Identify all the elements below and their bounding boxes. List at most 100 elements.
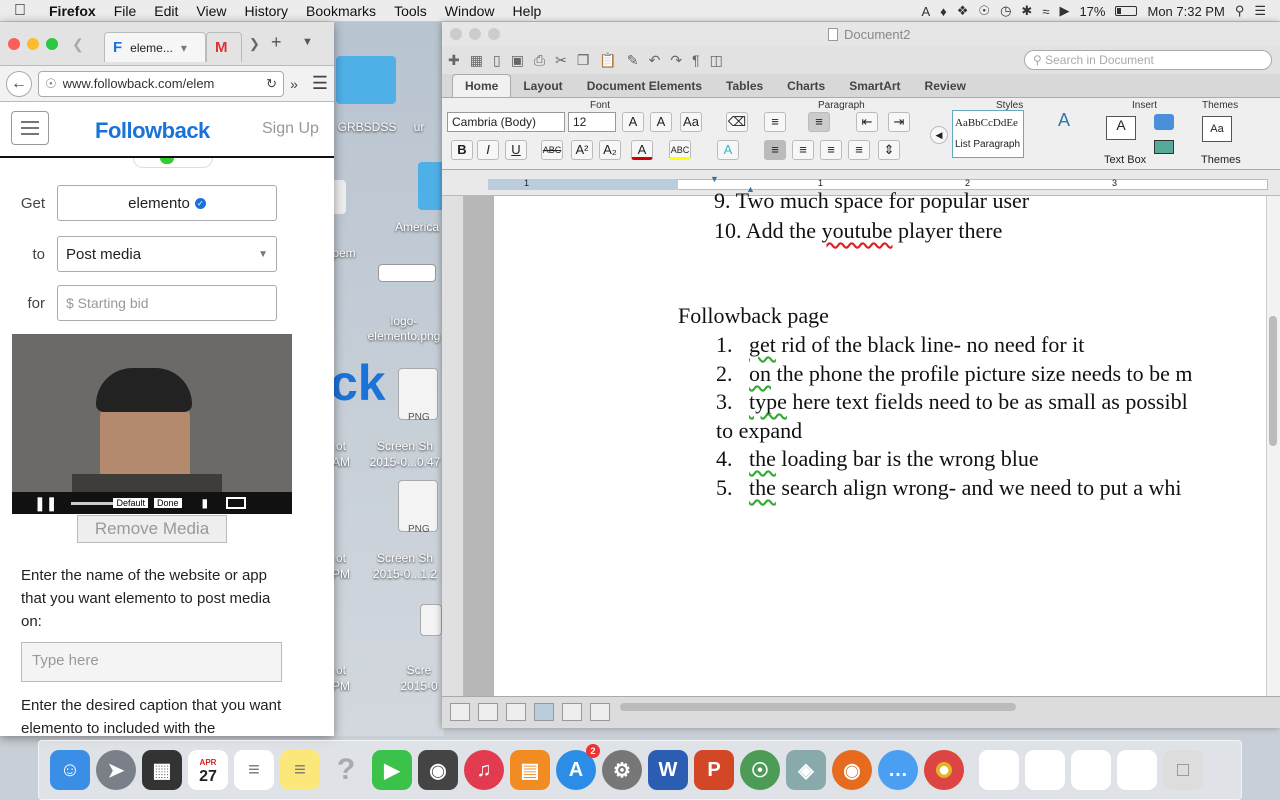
wifi-icon[interactable]: ≈ [1042, 4, 1049, 19]
firefox-icon[interactable]: ◉ [832, 750, 872, 790]
ibooks-icon[interactable]: ▤ [510, 750, 550, 790]
calendar-icon[interactable]: APR 27 [188, 750, 228, 790]
globe-icon[interactable]: ☉ [45, 76, 57, 92]
menu-bookmarks[interactable]: Bookmarks [297, 3, 385, 19]
undo-icon[interactable]: ↶ [649, 52, 661, 69]
picture-icon[interactable] [1154, 140, 1174, 154]
menu-window[interactable]: Window [436, 3, 504, 19]
document-stack-icon[interactable] [979, 750, 1019, 790]
notebook-view-icon[interactable] [562, 703, 582, 721]
numbering-icon[interactable]: ≡ [808, 112, 830, 132]
reminders-icon[interactable]: ≡ [234, 750, 274, 790]
menu-help[interactable]: Help [504, 3, 551, 19]
pilcrow-icon[interactable]: ¶ [692, 52, 700, 68]
align-center-icon[interactable]: ≡ [792, 140, 814, 160]
tab-smartart[interactable]: SmartArt [837, 75, 912, 97]
bluetooth-icon[interactable]: ✱ [1021, 3, 1032, 19]
underline-icon[interactable]: U [505, 140, 527, 160]
overflow-chevron-icon[interactable]: » [290, 76, 298, 92]
tab-layout[interactable]: Layout [511, 75, 574, 97]
decrease-indent-icon[interactable]: ⇤ [856, 112, 878, 132]
redo-icon[interactable]: ↷ [670, 52, 682, 69]
highlight-icon[interactable]: ABC [669, 140, 691, 160]
vertical-scrollbar[interactable] [1266, 196, 1280, 696]
folder-icon[interactable] [336, 56, 396, 104]
close-window-button[interactable] [8, 37, 20, 50]
tab-charts[interactable]: Charts [775, 75, 837, 97]
open-icon[interactable]: ▯ [493, 52, 501, 69]
hamburger-menu-icon[interactable]: ☰ [312, 73, 328, 94]
trash-icon[interactable]: □ [1163, 750, 1203, 790]
battery-icon[interactable] [1115, 6, 1138, 16]
tab-home[interactable]: Home [452, 74, 512, 97]
tab-followback[interactable]: F eleme... ▾ [104, 32, 206, 62]
minimize-window-button[interactable] [469, 28, 481, 40]
align-left-icon[interactable]: ≡ [764, 140, 786, 160]
dashboard-icon[interactable]: ▦ [142, 750, 182, 790]
text-effects-icon[interactable]: A [717, 140, 739, 160]
align-right-icon[interactable]: ≡ [820, 140, 842, 160]
caption-done[interactable]: Done [154, 498, 182, 508]
focus-view-icon[interactable] [590, 703, 610, 721]
get-field[interactable]: elemento ✓ [57, 185, 277, 221]
format-painter-icon[interactable]: ✎ [627, 52, 639, 69]
publishing-view-icon[interactable] [506, 703, 526, 721]
sidebar-icon[interactable]: ◫ [710, 52, 723, 69]
adobe-icon[interactable]: A [921, 4, 930, 19]
line-spacing-icon[interactable]: ⇕ [878, 140, 900, 160]
menu-view[interactable]: View [187, 3, 235, 19]
finder-icon[interactable]: ☺ [50, 750, 90, 790]
photo-booth-icon[interactable]: ◉ [418, 750, 458, 790]
tab-list-icon[interactable]: ▼ [302, 36, 313, 48]
scroll-thumb[interactable] [1269, 316, 1277, 446]
followback-logo[interactable]: Followback [95, 118, 210, 144]
draft-view-icon[interactable] [450, 703, 470, 721]
document-stack-icon[interactable] [1117, 750, 1157, 790]
document-page[interactable]: 9. Two much space for popular user 10. A… [494, 188, 1266, 696]
grow-font-icon[interactable]: A [622, 112, 644, 132]
print-icon[interactable]: ⎙ [534, 52, 545, 69]
system-preferences-icon[interactable]: ⚙ [602, 750, 642, 790]
remove-media-button[interactable]: Remove Media [77, 515, 227, 543]
word-icon[interactable]: W [648, 750, 688, 790]
globe-app-icon[interactable]: ☉ [740, 750, 780, 790]
starting-bid-input[interactable]: $ Starting bid [57, 285, 277, 321]
italic-icon[interactable]: I [477, 140, 499, 160]
print-layout-view-icon[interactable] [534, 703, 554, 721]
chrome-icon[interactable]: ● [924, 750, 964, 790]
font-size-select[interactable]: 12 [568, 112, 616, 132]
back-tab-arrow-icon[interactable]: ❮ [72, 36, 84, 53]
menu-tools[interactable]: Tools [385, 3, 436, 19]
save-icon[interactable]: ▣ [511, 52, 524, 69]
copy-icon[interactable]: ❐ [577, 52, 590, 69]
change-case-icon[interactable]: Aa [680, 112, 702, 132]
text-box-icon[interactable]: A [1106, 116, 1136, 140]
styles-prev-icon[interactable]: ◀ [930, 126, 948, 144]
notification-icon[interactable]: ♦ [940, 4, 947, 19]
satellite-app-icon[interactable]: ◈ [786, 750, 826, 790]
site-menu-button[interactable] [11, 111, 49, 145]
superscript-icon[interactable]: A² [571, 140, 593, 160]
menu-file[interactable]: File [105, 3, 146, 19]
horizontal-scrollbar[interactable] [620, 703, 1016, 711]
tab-review[interactable]: Review [913, 75, 978, 97]
powerpoint-icon[interactable]: P [694, 750, 734, 790]
sync-icon[interactable]: ☉ [978, 3, 990, 19]
fullscreen-icon[interactable] [226, 497, 247, 509]
tab-document-elements[interactable]: Document Elements [575, 75, 714, 97]
cut-icon[interactable]: ✂ [555, 52, 567, 69]
clear-formatting-icon[interactable]: ⌫ [726, 112, 748, 132]
strikethrough-icon[interactable]: ABC [541, 140, 563, 160]
bold-icon[interactable]: B [451, 140, 473, 160]
volume-icon[interactable]: ▶ [1059, 3, 1069, 19]
zoom-window-button[interactable] [488, 28, 500, 40]
menu-edit[interactable]: Edit [145, 3, 187, 19]
search-document-input[interactable]: ⚲ Search in Document [1024, 50, 1272, 70]
media-video[interactable]: ❚❚ Default Done ▮ [12, 334, 292, 514]
indent-marker-icon[interactable]: ▼ [710, 174, 719, 184]
notification-center-icon[interactable]: ☰ [1254, 3, 1266, 19]
time-machine-icon[interactable]: ◷ [1000, 3, 1011, 19]
document-stack-icon[interactable] [1025, 750, 1065, 790]
tab-tables[interactable]: Tables [714, 75, 775, 97]
font-color-icon[interactable]: A [631, 140, 653, 160]
